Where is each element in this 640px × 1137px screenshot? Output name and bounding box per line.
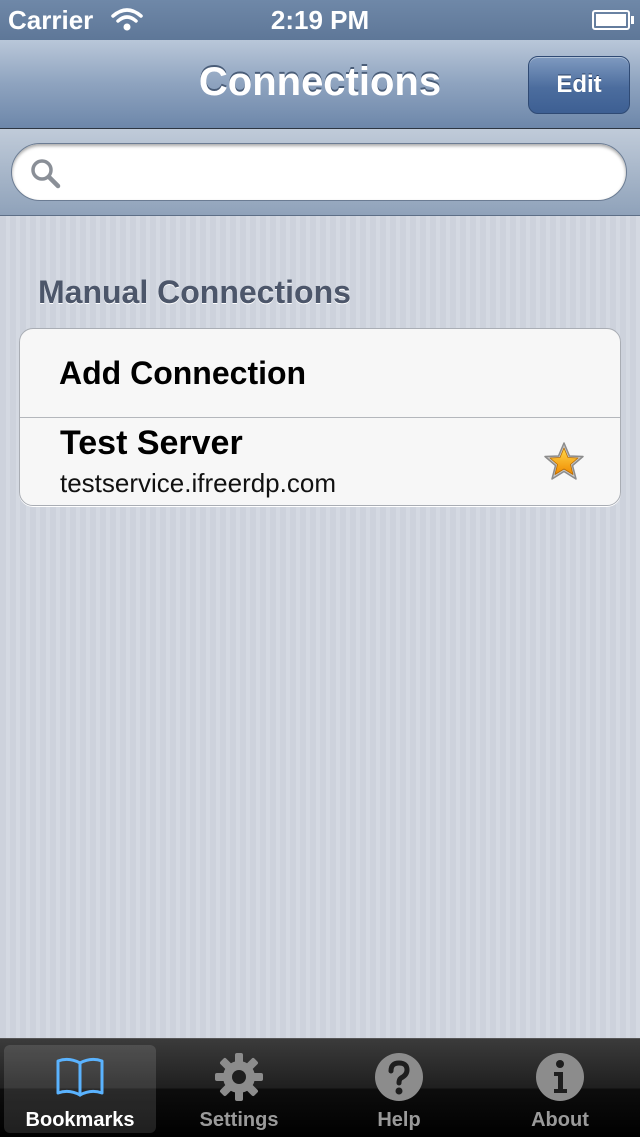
status-bar: Carrier 2:19 PM xyxy=(0,0,640,40)
clock: 2:19 PM xyxy=(270,5,370,35)
tab-label: About xyxy=(531,1109,589,1131)
add-connection-row[interactable]: Add Connection xyxy=(20,329,620,418)
tab-label: Help xyxy=(377,1109,421,1131)
connection-row-test-server[interactable]: Test Server testservice.ifreerdp.com xyxy=(20,418,620,505)
connection-host: testservice.ifreerdp.com xyxy=(60,468,336,498)
tab-bookmarks[interactable]: Bookmarks xyxy=(4,1045,156,1133)
add-connection-label: Add Connection xyxy=(59,355,307,391)
tab-help[interactable]: Help xyxy=(323,1045,475,1133)
tab-about[interactable]: About xyxy=(484,1045,636,1133)
search-field[interactable] xyxy=(11,143,627,201)
gear-icon xyxy=(213,1051,265,1103)
edit-button[interactable]: Edit xyxy=(528,56,630,114)
search-icon xyxy=(28,156,62,190)
section-header: Manual Connections xyxy=(38,274,351,310)
tab-label: Settings xyxy=(199,1109,279,1131)
star-icon[interactable] xyxy=(542,440,586,484)
battery-icon xyxy=(592,10,634,30)
tab-label: Bookmarks xyxy=(25,1109,135,1131)
tab-bar: Bookmarks Settings Help About xyxy=(0,1038,640,1137)
connections-group: Add Connection Test Server testservice.i… xyxy=(19,328,621,506)
content-area: Manual Connections Add Connection Test S… xyxy=(0,216,640,1038)
search-bar xyxy=(0,129,640,216)
tab-settings[interactable]: Settings xyxy=(163,1045,315,1133)
connection-title: Test Server xyxy=(60,424,243,462)
navigation-bar: Connections Edit xyxy=(0,40,640,129)
book-icon xyxy=(54,1051,106,1103)
info-icon xyxy=(534,1051,586,1103)
question-icon xyxy=(373,1051,425,1103)
search-input[interactable] xyxy=(70,152,614,194)
